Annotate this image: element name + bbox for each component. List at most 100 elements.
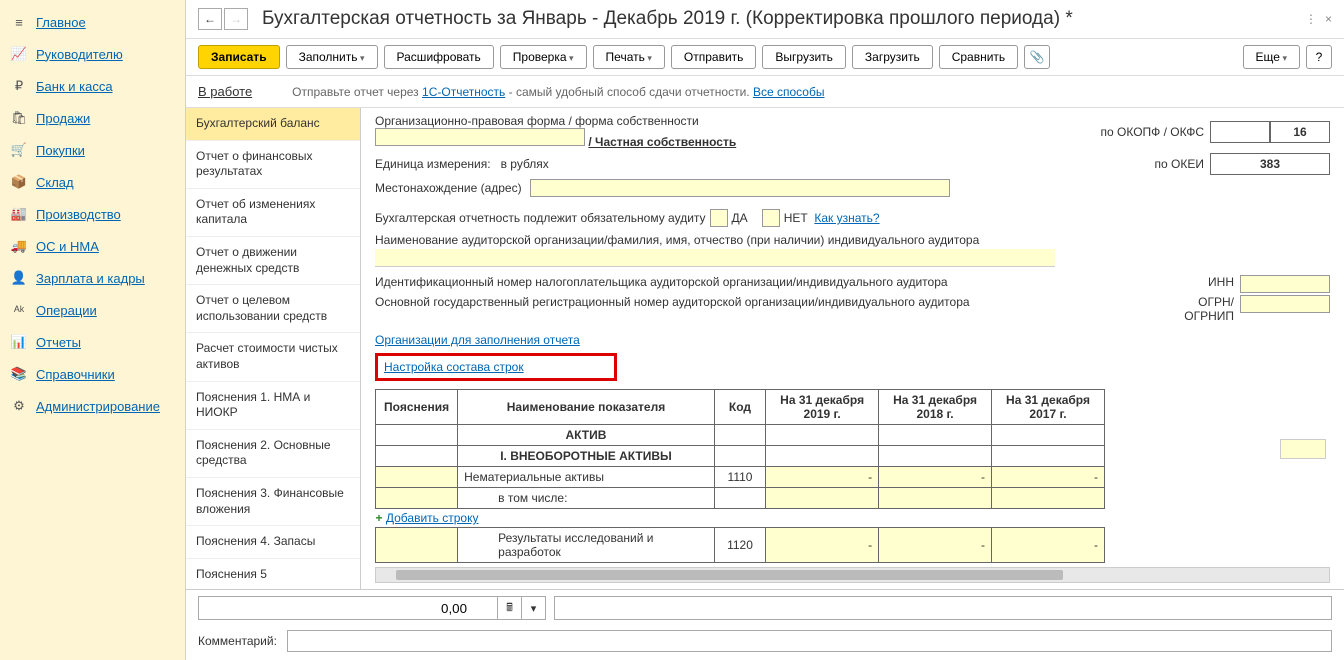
th-y3: На 31 декабря 2017 г. <box>992 390 1105 425</box>
fill-button[interactable]: Заполнить <box>286 45 378 69</box>
sidebar-item-operations[interactable]: ᴬᵏОперации <box>0 294 185 326</box>
bag-icon: 🛍 <box>10 109 28 127</box>
nav-back-button[interactable]: ← <box>198 8 222 30</box>
report-nav-item[interactable]: Отчет о движении денежных средств <box>186 237 360 285</box>
inn-field[interactable] <box>1240 275 1330 293</box>
rows-config-link[interactable]: Настройка состава строк <box>384 360 524 374</box>
sidebar-item-manager[interactable]: 📈Руководителю <box>0 38 185 70</box>
including-label: в том числе: <box>458 488 715 509</box>
sidebar-item-refs[interactable]: 📚Справочники <box>0 358 185 390</box>
report-nav-item[interactable]: Пояснения 1. НМА и НИОКР <box>186 382 360 430</box>
unit-value: в рублях <box>501 157 549 171</box>
report-nav-item[interactable]: Расчет стоимости чистых активов <box>186 333 360 381</box>
aux-input[interactable] <box>554 596 1332 620</box>
attach-button[interactable]: 📎 <box>1024 45 1050 69</box>
page-title: Бухгалтерская отчетность за Январь - Дек… <box>262 8 1073 30</box>
sidebar-item-reports[interactable]: 📊Отчеты <box>0 326 185 358</box>
cell-y1[interactable]: - <box>766 528 879 563</box>
all-methods-link[interactable]: Все способы <box>753 85 825 99</box>
kebab-icon[interactable]: ⋮ <box>1305 12 1317 26</box>
report-nav-item[interactable]: Отчет о целевом использовании средств <box>186 285 360 333</box>
nav-forward-button[interactable]: → <box>224 8 248 30</box>
load-button[interactable]: Загрузить <box>852 45 933 69</box>
cell-y3[interactable]: - <box>992 467 1105 488</box>
no-label: НЕТ <box>784 211 808 225</box>
cell-y2[interactable] <box>879 488 992 509</box>
th-name: Наименование показателя <box>458 390 715 425</box>
write-button[interactable]: Записать <box>198 45 280 69</box>
plus-icon: + <box>376 511 383 525</box>
value-expand-button[interactable]: ▾ <box>522 596 546 620</box>
sidebar-item-admin[interactable]: ⚙Администрирование <box>0 390 185 422</box>
sidebar-item-label: Покупки <box>36 143 85 158</box>
status-text: Отправьте отчет через 1С-Отчетность - са… <box>292 85 824 99</box>
auditor-name-label: Наименование аудиторской организации/фам… <box>375 233 1330 247</box>
sidebar-item-production[interactable]: 🏭Производство <box>0 198 185 230</box>
audit-yes-checkbox[interactable] <box>710 209 728 227</box>
report-nav-item[interactable]: Пояснения 5 <box>186 559 360 589</box>
cell-y3[interactable] <box>992 488 1105 509</box>
send-button[interactable]: Отправить <box>671 45 757 69</box>
sidebar-item-label: Руководителю <box>36 47 123 62</box>
sidebar-item-label: Банк и касса <box>36 79 113 94</box>
sidebar-item-main[interactable]: ≡Главное <box>0 6 185 38</box>
sidebar-item-purchases[interactable]: 🛒Покупки <box>0 134 185 166</box>
org-fill-link[interactable]: Организации для заполнения отчета <box>375 333 580 347</box>
upload-button[interactable]: Выгрузить <box>762 45 846 69</box>
sidebar-item-payroll[interactable]: 👤Зарплата и кадры <box>0 262 185 294</box>
report-nav-item[interactable]: Пояснения 2. Основные средства <box>186 430 360 478</box>
report-nav-item[interactable]: Пояснения 3. Финансовые вложения <box>186 478 360 526</box>
sidebar-item-label: Зарплата и кадры <box>36 271 145 286</box>
cell-y1[interactable] <box>766 488 879 509</box>
value-calc-button[interactable]: 🖩 <box>498 596 522 620</box>
add-row-link[interactable]: Добавить строку <box>386 511 479 525</box>
report-nav-item[interactable]: Отчет об изменениях капитала <box>186 189 360 237</box>
horizontal-scrollbar[interactable] <box>375 567 1330 583</box>
gear-icon: ⚙ <box>10 397 28 415</box>
cell-y1[interactable]: - <box>766 467 879 488</box>
cell-expl[interactable] <box>376 528 458 563</box>
how-link[interactable]: Как узнать? <box>814 211 879 225</box>
check-button[interactable]: Проверка <box>500 45 587 69</box>
decode-button[interactable]: Расшифровать <box>384 45 494 69</box>
sidebar-item-bank[interactable]: ₽ Банк и касса <box>0 70 185 102</box>
sidebar-item-label: Отчеты <box>36 335 81 350</box>
sidebar-item-sales[interactable]: 🛍Продажи <box>0 102 185 134</box>
books-icon: 📚 <box>10 365 28 383</box>
rows-config-highlight: Настройка состава строк <box>375 353 617 381</box>
close-icon[interactable]: × <box>1325 12 1332 26</box>
cell-y3[interactable]: - <box>992 528 1105 563</box>
more-button[interactable]: Еще <box>1243 45 1300 69</box>
cell-expl[interactable] <box>376 467 458 488</box>
cell-expl[interactable] <box>376 488 458 509</box>
help-button[interactable]: ? <box>1306 45 1332 69</box>
compare-button[interactable]: Сравнить <box>939 45 1018 69</box>
print-button[interactable]: Печать <box>593 45 665 69</box>
sidebar-item-label: ОС и НМА <box>36 239 99 254</box>
status-in-work-link[interactable]: В работе <box>198 84 252 99</box>
comment-input[interactable] <box>287 630 1332 652</box>
toolbar: Записать Заполнить Расшифровать Проверка… <box>186 39 1344 76</box>
audit-no-checkbox[interactable] <box>762 209 780 227</box>
onec-link[interactable]: 1С-Отчетность <box>422 85 505 99</box>
th-y1: На 31 декабря 2019 г. <box>766 390 879 425</box>
sidebar-item-os-nma[interactable]: 🚚ОС и НМА <box>0 230 185 262</box>
location-field[interactable] <box>530 179 950 197</box>
ogrn-field[interactable] <box>1240 295 1330 313</box>
org-form-field[interactable] <box>375 128 585 146</box>
cell-y2[interactable]: - <box>879 528 992 563</box>
okei-box: 383 <box>1210 153 1330 175</box>
ownership-link[interactable]: / Частная собственность <box>588 135 736 149</box>
sidebar-item-warehouse[interactable]: 📦Склад <box>0 166 185 198</box>
auditor-name-field[interactable] <box>375 249 1055 267</box>
cell-y2[interactable]: - <box>879 467 992 488</box>
report-nav-item[interactable]: Бухгалтерский баланс <box>186 108 360 141</box>
report-nav-item[interactable]: Пояснения 4. Запасы <box>186 526 360 559</box>
main-area: ← → Бухгалтерская отчетность за Январь -… <box>186 0 1344 660</box>
ruble-icon: ₽ <box>10 77 28 95</box>
report-nav-item[interactable]: Отчет о финансовых результатах <box>186 141 360 189</box>
sidebar-item-label: Склад <box>36 175 74 190</box>
okpf-label: по ОКОПФ / ОКФС <box>1101 125 1210 139</box>
floating-field[interactable] <box>1280 439 1326 459</box>
value-input[interactable] <box>198 596 498 620</box>
